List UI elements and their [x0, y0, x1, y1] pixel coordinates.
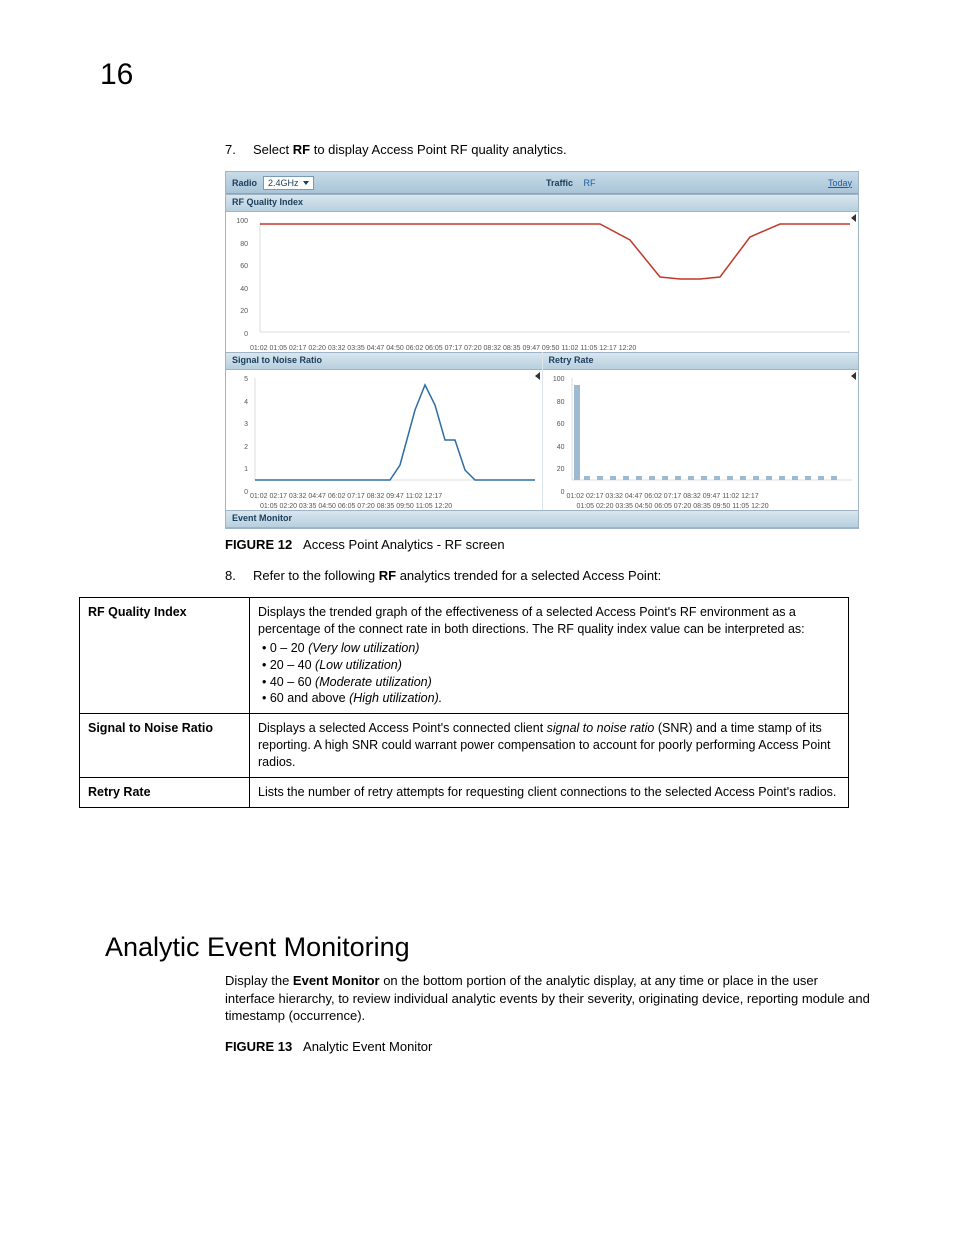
collapse-left-icon[interactable] [851, 372, 856, 380]
tab-traffic[interactable]: Traffic [546, 178, 573, 188]
figure-13-caption: FIGURE 13 Analytic Event Monitor [225, 1039, 870, 1054]
step-number: 8. [225, 568, 253, 583]
step-7: 7. Select RF to display Access Point RF … [225, 142, 865, 157]
step-text: Refer to the following RF analytics tren… [253, 568, 865, 583]
rf-definitions-table: RF Quality Index Displays the trended gr… [79, 597, 849, 808]
figure-12-caption: FIGURE 12 Access Point Analytics - RF sc… [225, 537, 865, 552]
screenshot-toolbar: Radio 2.4GHz Traffic RF Today [226, 172, 858, 194]
table-row: RF Quality Index Displays the trended gr… [80, 598, 849, 714]
main-content: 7. Select RF to display Access Point RF … [225, 142, 865, 808]
collapse-left-icon[interactable] [851, 214, 856, 222]
panel-header-rfqi: RF Quality Index [226, 194, 858, 212]
event-monitor-paragraph: Display the Event Monitor on the bottom … [225, 972, 870, 1025]
radio-dropdown[interactable]: 2.4GHz [263, 176, 314, 190]
chart-rf-quality: 100806040200 01:02 01:05 02:17 02:20 03:… [226, 212, 858, 352]
collapse-left-icon[interactable] [535, 372, 540, 380]
table-row: Signal to Noise Ratio Displays a selecte… [80, 714, 849, 778]
step-8: 8. Refer to the following RF analytics t… [225, 568, 865, 583]
term-retry: Retry Rate [80, 777, 250, 807]
term-snr: Signal to Noise Ratio [80, 714, 250, 778]
rf-screenshot: Radio 2.4GHz Traffic RF Today RF Quality… [225, 171, 859, 529]
step-text: Select RF to display Access Point RF qua… [253, 142, 865, 157]
term-rfqi: RF Quality Index [80, 598, 250, 714]
chart-retry: 100806040200 01:02 02:17 03:32 04:47 06:… [543, 370, 859, 510]
table-row: Retry Rate Lists the number of retry att… [80, 777, 849, 807]
chevron-down-icon [303, 181, 309, 185]
step-number: 7. [225, 142, 253, 157]
section-heading: Analytic Event Monitoring [105, 932, 410, 963]
def-retry: Lists the number of retry attempts for r… [250, 777, 849, 807]
def-rfqi: Displays the trended graph of the effect… [250, 598, 849, 714]
def-snr: Displays a selected Access Point's conne… [250, 714, 849, 778]
page-number: 16 [100, 58, 133, 92]
chart-snr: 543210 01:02 02:17 03:32 04:47 06:02 07:… [226, 370, 542, 510]
radio-label: Radio [232, 178, 257, 188]
x-axis-labels: 01:02 01:05 02:17 02:20 03:32 03:35 04:4… [226, 342, 858, 358]
today-link[interactable]: Today [828, 178, 852, 188]
tab-rf[interactable]: RF [584, 178, 596, 188]
